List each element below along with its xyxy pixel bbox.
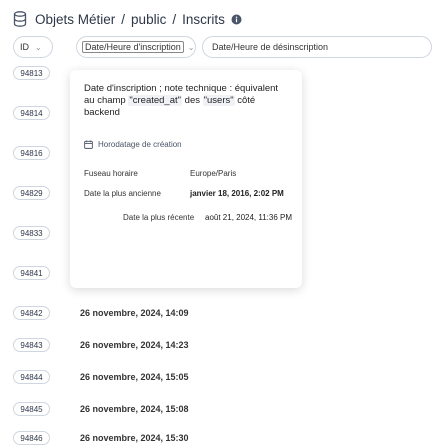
row-id[interactable]: 94841 [13, 266, 50, 280]
newest-date-label: Date la plus récente [123, 213, 195, 222]
row-id[interactable]: 94829 [13, 186, 50, 200]
chevron-down-icon: ⌄ [35, 42, 42, 52]
row-inscription-date: 26 novembre, 2024, 15:08 [80, 404, 189, 414]
column-info-popover: Date d'inscription ; note technique : éq… [70, 70, 302, 288]
row-id[interactable]: 94845 [13, 402, 50, 416]
row-id[interactable]: 94814 [13, 106, 50, 120]
timezone-label: Fuseau horaire [84, 169, 138, 178]
row-id[interactable]: 94833 [13, 226, 50, 240]
calendar-icon [84, 140, 93, 149]
row-inscription-date: 26 novembre, 2024, 15:30 [80, 433, 189, 443]
breadcrumb-separator: / [121, 11, 126, 27]
section-header: Horodatage de création [84, 140, 182, 149]
row-id[interactable]: 94843 [13, 338, 50, 352]
row-id[interactable]: 94842 [13, 306, 50, 320]
breadcrumb-objets-metier[interactable]: Objets Métier [35, 12, 115, 27]
row-id[interactable]: 94816 [13, 146, 50, 160]
row-id[interactable]: 94813 [13, 66, 50, 80]
row-inscription-date: 26 novembre, 2024, 14:09 [80, 308, 189, 318]
breadcrumb-inscrits: Inscrits [182, 11, 225, 27]
row-id[interactable]: 94846 [13, 431, 50, 445]
newest-date-value: août 21, 2024, 11:36 PM [205, 213, 293, 222]
column-header-inscription[interactable]: Date/Heure d'inscription ⌄ [76, 36, 196, 58]
chevron-down-icon: ⌄ [187, 42, 195, 52]
breadcrumb-separator: / [172, 11, 177, 27]
database-icon [13, 11, 27, 27]
column-header-desinscription[interactable]: Date/Heure de désinscription [202, 36, 432, 58]
row-inscription-date: 26 novembre, 2024, 15:05 [80, 372, 189, 382]
column-header-id[interactable]: ID ⌄ [13, 36, 53, 58]
oldest-date-value: janvier 18, 2016, 2:02 PM [190, 189, 284, 198]
info-icon[interactable] [231, 14, 242, 25]
breadcrumb-public[interactable]: public [131, 12, 166, 27]
oldest-date-label: Date la plus ancienne [84, 189, 161, 198]
row-id[interactable]: 94844 [13, 370, 50, 384]
breadcrumb: Objets Métier / public / Inscrits [13, 8, 242, 30]
row-inscription-date: 26 novembre, 2024, 14:23 [80, 340, 189, 350]
timezone-value: Europe/Paris [190, 169, 237, 178]
column-description: Date d'inscription ; note technique : éq… [84, 83, 279, 118]
